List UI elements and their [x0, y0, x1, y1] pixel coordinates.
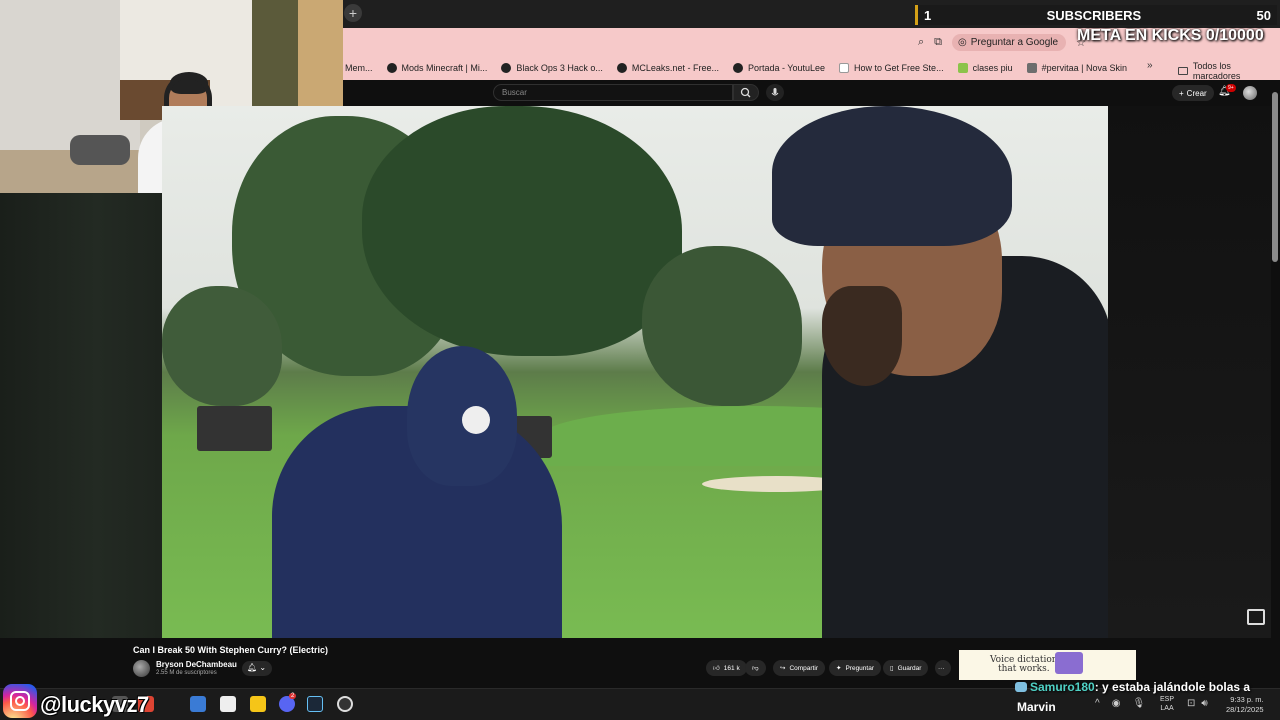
notification-badge: 9+	[1226, 84, 1236, 92]
app-icon[interactable]	[220, 696, 236, 712]
youtube-header	[343, 80, 1280, 106]
instagram-icon-lens	[15, 696, 25, 706]
bookmark-item[interactable]: MCLeaks.net - Free...	[616, 63, 719, 73]
bookmark-icon: ▯	[890, 665, 894, 672]
site-icon	[1026, 63, 1037, 73]
bookmark-item[interactable]: Mem...	[345, 63, 373, 73]
ask-google-label: Preguntar a Google	[970, 37, 1059, 48]
bookmarks-overflow-button[interactable]: »	[1147, 60, 1153, 71]
dislike-button[interactable]: 👎︎	[745, 660, 766, 676]
cast-icon[interactable]: ⧉	[934, 36, 942, 49]
chat-badge-icon	[1015, 682, 1027, 692]
zoom-icon[interactable]: ⌕	[918, 36, 924, 49]
chat-text: : y estaba jalándole bolas a	[1094, 680, 1251, 694]
video-title: Can I Break 50 With Stephen Curry? (Elec…	[133, 645, 328, 655]
instagram-handle: @luckyvz7	[40, 692, 149, 717]
share-icon: ↪	[780, 665, 786, 672]
bookmark-item[interactable]: #pervitaa | Nova Skin	[1026, 63, 1127, 73]
account-avatar[interactable]	[1243, 86, 1257, 100]
channel-avatar[interactable]	[133, 660, 150, 677]
save-button[interactable]: ▯ Guardar	[883, 660, 929, 676]
subscription-bell-button[interactable]: 🔔︎ ⌄	[242, 661, 272, 676]
channel-name[interactable]: Bryson DeChambeau	[156, 660, 237, 669]
steam-icon[interactable]	[307, 696, 323, 712]
ask-google-button[interactable]: ◎ Preguntar a Google	[952, 34, 1067, 51]
chat-next-username: Marvin	[1017, 700, 1056, 714]
microphone-icon[interactable]: 🎙︎	[1132, 698, 1145, 709]
subscribers-label: SUBSCRIBERS	[1046, 7, 1142, 23]
store-icon[interactable]	[190, 696, 206, 712]
site-icon	[386, 63, 397, 73]
bookmark-item[interactable]: clases piu	[957, 63, 1013, 73]
chat-username: Samuro180	[1030, 680, 1095, 694]
thumbs-down-icon: 👎︎	[752, 665, 759, 672]
new-tab-button[interactable]: +	[344, 4, 362, 22]
kicks-goal-overlay: META EN KICKS 0/10000	[1077, 27, 1264, 44]
create-button[interactable]: + Crear	[1172, 85, 1214, 101]
site-icon	[616, 63, 627, 73]
right-background	[1108, 106, 1271, 638]
plus-icon: +	[1179, 88, 1184, 98]
search-button[interactable]	[733, 84, 759, 101]
bell-icon: 🔔︎ ⌄	[247, 663, 267, 672]
site-icon	[957, 63, 968, 73]
language-indicator[interactable]: ESP LAA	[1160, 695, 1174, 713]
chat-message: Samuro180: y estaba jalándole bolas a	[1015, 680, 1250, 694]
thumbs-up-icon: 👍︎	[713, 665, 720, 672]
bookmark-item[interactable]: Black Ops 3 Hack o...	[501, 63, 603, 73]
left-background	[0, 193, 162, 638]
network-icon[interactable]: ⊡	[1187, 698, 1195, 709]
bookmark-item[interactable]: Portada - YoutuLee	[732, 63, 825, 73]
google-lens-icon: ◎	[958, 37, 967, 48]
microphone-icon	[771, 88, 779, 96]
sparkle-icon: ✦	[836, 665, 842, 672]
voice-search-button[interactable]	[766, 84, 784, 101]
omnibox-actions: ⌕ ⧉ ◎ Preguntar a Google ☆	[918, 34, 1086, 51]
bookmark-item[interactable]: How to Get Free Ste...	[839, 63, 944, 73]
search-icon	[740, 87, 751, 98]
site-icon	[839, 63, 850, 73]
site-icon	[501, 63, 512, 73]
app-icon[interactable]	[337, 696, 353, 712]
more-actions-button[interactable]: ···	[935, 660, 951, 676]
laptop-illustration	[1055, 652, 1083, 674]
clock[interactable]: 9:33 p. m. 28/12/2025	[1226, 695, 1264, 715]
share-button[interactable]: ↪ Compartir	[773, 660, 825, 676]
site-icon	[732, 63, 743, 73]
subscribers-counter: 1 SUBSCRIBERS 50	[915, 5, 1277, 25]
dictation-ad-text: Voice dictation that works.	[990, 655, 1058, 674]
subscriber-count: 2.55 M de suscriptores	[156, 670, 217, 676]
system-tray: ^ ◉ 🎙︎	[1095, 698, 1145, 709]
volume-icon[interactable]: 🔊︎	[1201, 698, 1207, 709]
like-button[interactable]: 👍︎ 161 k	[706, 660, 747, 676]
notes-icon[interactable]	[250, 696, 266, 712]
miniplayer-icon[interactable]	[1247, 609, 1265, 625]
subscribers-count: 1	[924, 7, 932, 23]
chevron-up-icon[interactable]: ^	[1095, 698, 1100, 709]
bookmarks-bar: Mem... Mods Minecraft | Mi... Black Ops …	[343, 56, 1280, 80]
tray-icons: ⊡ 🔊︎	[1187, 698, 1208, 709]
video-player[interactable]	[162, 106, 1108, 638]
tray-app-icon[interactable]: ◉	[1112, 698, 1121, 709]
bookmark-item[interactable]: Mods Minecraft | Mi...	[386, 63, 487, 73]
subscribers-goal: 50	[1256, 7, 1271, 23]
ask-button[interactable]: ✦ Preguntar	[829, 660, 881, 676]
folder-icon	[1178, 67, 1188, 75]
scrollbar-thumb[interactable]	[1272, 92, 1278, 262]
all-bookmarks-button[interactable]: Todos los marcadores	[1178, 61, 1280, 81]
search-input[interactable]: Buscar	[493, 84, 733, 101]
